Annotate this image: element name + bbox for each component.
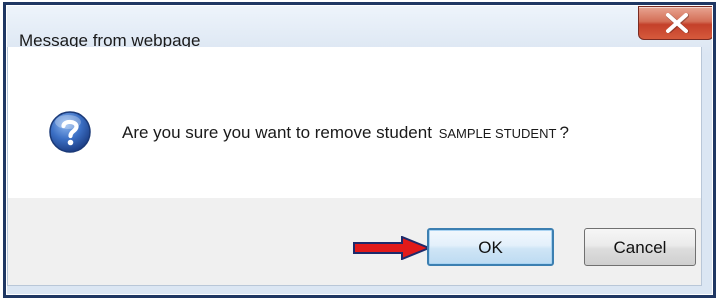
question-mark: ?	[559, 123, 569, 142]
confirmation-message: Are you sure you want to remove student …	[122, 122, 569, 145]
red-arrow-icon	[353, 236, 432, 260]
student-name: SAMPLE STUDENT	[438, 126, 557, 141]
cancel-button[interactable]: Cancel	[584, 228, 696, 266]
question-icon	[49, 111, 91, 153]
title-bar[interactable]: Message from webpage	[6, 5, 713, 51]
message-text: Are you sure you want to remove student	[122, 123, 432, 142]
close-button[interactable]	[638, 6, 713, 40]
close-icon	[666, 13, 689, 33]
ok-button[interactable]: OK	[427, 228, 554, 266]
